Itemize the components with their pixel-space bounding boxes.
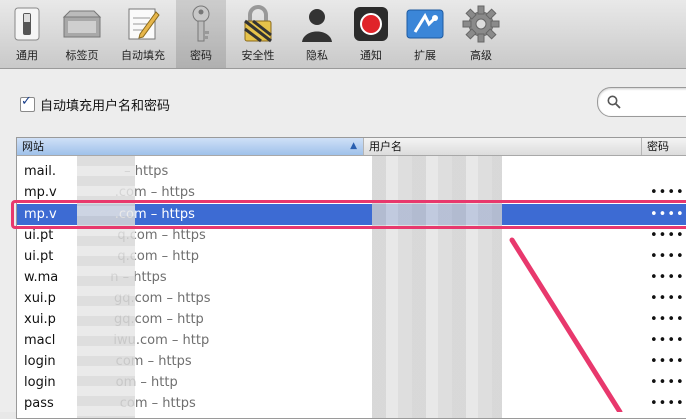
annotation-arrow <box>509 237 623 412</box>
